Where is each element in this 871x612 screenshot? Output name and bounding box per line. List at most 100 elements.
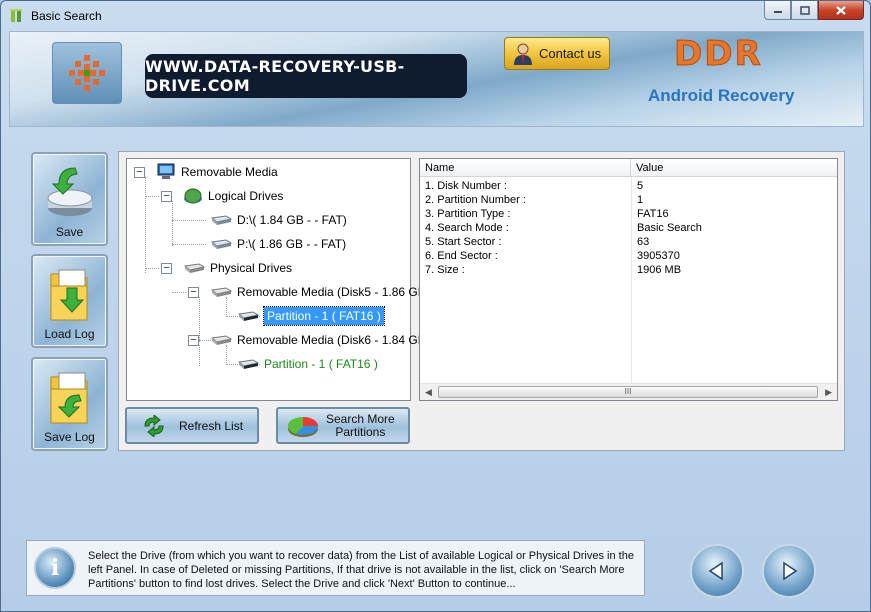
contact-us-label: Contact us xyxy=(539,46,602,61)
drive-icon xyxy=(210,239,232,249)
drive-d-label: D:\( 1.84 GB - - FAT) xyxy=(237,213,347,227)
scroll-right-icon[interactable]: ▶ xyxy=(825,387,832,398)
table-row[interactable]: 3. Partition Type : FAT16 xyxy=(420,207,837,221)
collapse-root-icon[interactable]: − xyxy=(134,167,145,178)
app-window: Basic Search WWW.DATA-RECOVERY-USB-DRIVE… xyxy=(0,0,871,612)
load-log-label: Load Log xyxy=(44,327,95,341)
property-value: 3905370 xyxy=(637,250,680,262)
disk5-label: Removable Media (Disk5 - 1.86 GB) xyxy=(237,285,430,299)
grid-header: Name Value xyxy=(420,159,837,177)
maximize-icon[interactable] xyxy=(791,1,818,20)
tree-node-drive-p[interactable]: P:\( 1.86 GB - - FAT) xyxy=(210,235,346,253)
tree-root-label: Removable Media xyxy=(181,165,278,179)
horizontal-scrollbar[interactable]: ◀ III ▶ xyxy=(420,383,837,400)
refresh-list-label: Refresh List xyxy=(179,418,244,433)
load-log-icon xyxy=(50,269,88,321)
property-value: 5 xyxy=(637,180,644,192)
computer-icon xyxy=(157,163,175,179)
column-header-value[interactable]: Value xyxy=(631,159,837,177)
refresh-list-button[interactable]: Refresh List xyxy=(125,407,259,444)
scroll-left-icon[interactable]: ◀ xyxy=(425,387,432,398)
next-button[interactable] xyxy=(762,544,816,598)
tree-node-disk6-partition[interactable]: Partition - 1 ( FAT16 ) xyxy=(237,355,378,373)
tree-node-disk5-partition[interactable]: Partition - 1 ( FAT16 ) xyxy=(237,306,385,326)
tree-node-root[interactable]: Removable Media xyxy=(156,163,278,181)
disk-icon xyxy=(210,287,232,297)
drive-icon xyxy=(210,215,232,225)
partition-icon xyxy=(237,359,259,369)
property-name: 1. Disk Number : xyxy=(425,180,507,192)
column-header-name[interactable]: Name xyxy=(420,159,631,177)
disk5-partition-label: Partition - 1 ( FAT16 ) xyxy=(263,306,385,326)
scroll-grip: III xyxy=(624,387,632,396)
table-row[interactable]: 2. Partition Number : 1 xyxy=(420,193,837,207)
table-row[interactable]: 7. Size : 1906 MB xyxy=(420,263,837,277)
window-title: Basic Search xyxy=(31,9,102,23)
property-name: 6. End Sector : xyxy=(425,250,498,262)
back-button[interactable] xyxy=(690,544,744,598)
pie-chart-icon xyxy=(287,416,319,437)
save-log-label: Save Log xyxy=(44,430,95,444)
disk6-label: Removable Media (Disk6 - 1.84 GB) xyxy=(237,333,430,347)
window-controls xyxy=(764,1,864,21)
disk6-partition-label: Partition - 1 ( FAT16 ) xyxy=(264,357,378,371)
tree-node-disk5[interactable]: Removable Media (Disk5 - 1.86 GB) xyxy=(210,283,430,301)
title-bar: Basic Search xyxy=(1,1,870,31)
tree-node-logical[interactable]: Logical Drives xyxy=(183,187,283,205)
next-arrow-icon xyxy=(783,561,798,581)
refresh-icon xyxy=(144,414,164,437)
scroll-thumb[interactable]: III xyxy=(438,386,818,398)
save-log-button[interactable]: Save Log xyxy=(31,357,108,451)
header-banner: WWW.DATA-RECOVERY-USB-DRIVE.COM Contact … xyxy=(9,31,864,127)
property-value: 1906 MB xyxy=(637,264,682,276)
save-label: Save xyxy=(55,225,84,239)
drive-p-label: P:\( 1.86 GB - - FAT) xyxy=(237,237,347,251)
collapse-disk5-icon[interactable]: − xyxy=(188,287,199,298)
physical-drives-icon xyxy=(183,263,205,273)
tree-node-disk6[interactable]: Removable Media (Disk6 - 1.84 GB) xyxy=(210,331,430,349)
help-info-bar: i Select the Drive (from which you want … xyxy=(26,540,645,596)
search-more-line2: Partitions xyxy=(335,424,386,439)
table-row[interactable]: 1. Disk Number : 5 xyxy=(420,179,837,193)
contact-person-icon xyxy=(514,43,532,65)
logical-drives-label: Logical Drives xyxy=(208,189,284,203)
partition-icon xyxy=(237,311,259,321)
property-name: 7. Size : xyxy=(425,264,465,276)
brand-logo: DDR xyxy=(674,34,763,75)
close-icon[interactable] xyxy=(818,1,864,20)
help-text: Select the Drive (from which you want to… xyxy=(88,550,634,590)
physical-drives-label: Physical Drives xyxy=(210,261,293,275)
properties-grid[interactable]: Name Value 1. Disk Number : 5 2. Partitio… xyxy=(419,158,838,401)
app-logo-icon xyxy=(52,42,122,104)
drive-tree[interactable]: − − − − − Removable Media Logical Drives… xyxy=(126,158,430,401)
property-name: 3. Partition Type : xyxy=(425,208,511,220)
property-name: 5. Start Sector : xyxy=(425,236,502,248)
property-name: 2. Partition Number : xyxy=(425,194,526,206)
search-more-label: Search More Partitions xyxy=(326,411,395,439)
app-icon xyxy=(10,9,22,22)
property-value: 63 xyxy=(637,236,650,248)
search-more-line1: Search More xyxy=(326,411,395,426)
tree-node-physical[interactable]: Physical Drives xyxy=(183,259,292,277)
search-more-partitions-button[interactable]: Search More Partitions xyxy=(276,407,410,444)
property-name: 4. Search Mode : xyxy=(425,222,509,234)
load-log-button[interactable]: Load Log xyxy=(31,254,108,348)
collapse-physical-icon[interactable]: − xyxy=(161,263,172,274)
table-row[interactable]: 4. Search Mode : Basic Search xyxy=(420,221,837,235)
info-icon: i xyxy=(34,547,76,589)
table-row[interactable]: 6. End Sector : 3905370 xyxy=(420,249,837,263)
table-row[interactable]: 5. Start Sector : 63 xyxy=(420,235,837,249)
contact-us-button[interactable]: Contact us xyxy=(504,37,610,70)
product-name: Android Recovery xyxy=(648,86,795,105)
property-value: 1 xyxy=(637,194,644,206)
property-value: FAT16 xyxy=(637,208,669,220)
save-button[interactable]: Save xyxy=(31,152,108,246)
collapse-disk6-icon[interactable]: − xyxy=(188,335,199,346)
logical-drives-icon xyxy=(184,188,202,204)
website-url[interactable]: WWW.DATA-RECOVERY-USB-DRIVE.COM xyxy=(145,54,467,98)
collapse-logical-icon[interactable]: − xyxy=(161,191,172,202)
tree-node-drive-d[interactable]: D:\( 1.84 GB - - FAT) xyxy=(210,211,347,229)
minimize-icon[interactable] xyxy=(764,1,791,20)
save-drive-icon xyxy=(47,167,93,216)
property-value: Basic Search xyxy=(637,222,702,234)
